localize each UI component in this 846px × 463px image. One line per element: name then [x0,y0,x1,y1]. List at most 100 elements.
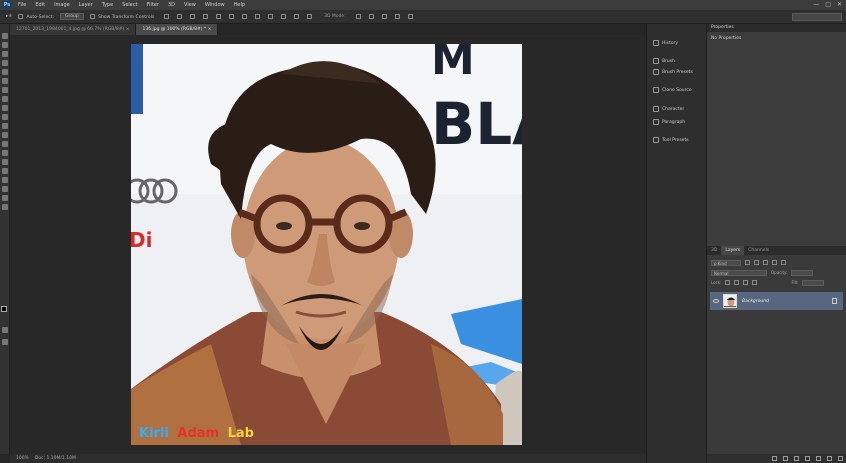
doc-size[interactable]: Doc: 1.10M/1.10M [35,456,76,461]
3d-roll-icon[interactable] [368,14,374,19]
link-layers-icon[interactable] [772,456,777,461]
lock-position-icon[interactable] [743,280,749,285]
layer-kind-filter[interactable]: ρ Kind [711,259,741,266]
menu-type[interactable]: Type [102,2,113,8]
align-bottom-icon[interactable] [190,14,196,19]
panel-character[interactable]: Character [653,106,684,112]
menu-filter[interactable]: Filter [147,2,159,8]
maximize-button[interactable]: □ [825,1,831,8]
tab-document-2[interactable]: 136.jpg @ 100% (RGB/8#) * × [136,24,219,35]
opacity-input[interactable] [791,269,814,276]
panel-tool-presets[interactable]: Tool Presets [653,137,689,143]
layer-name[interactable]: Background [742,299,769,304]
distribute-hcenter-icon[interactable] [294,14,300,19]
filter-pixel-icon[interactable] [745,260,750,265]
filter-shape-icon[interactable] [772,260,777,265]
document-image[interactable]: M BLA Di Kirli Adam Lab [131,44,522,445]
align-left-icon[interactable] [203,14,209,19]
move-tool-icon[interactable] [2,33,8,39]
3d-rotate-icon[interactable] [355,14,361,19]
lasso-tool-icon[interactable] [2,51,8,57]
type-tool-icon[interactable] [2,168,8,174]
lock-all-icon[interactable] [752,280,758,285]
move-tool-icon[interactable]: ▸⁜ [6,14,12,19]
menu-help[interactable]: Help [234,2,245,8]
3d-slide-icon[interactable] [394,14,400,19]
menu-select[interactable]: Select [122,2,137,8]
menu-window[interactable]: Window [205,2,225,8]
history-brush-tool-icon[interactable] [2,114,8,120]
gradient-tool-icon[interactable] [2,132,8,138]
panel-clone-source[interactable]: Clone Source [653,87,692,93]
hand-tool-icon[interactable] [2,195,8,201]
tab-layers[interactable]: Layers [721,246,745,255]
zoom-tool-icon[interactable] [2,204,8,210]
close-button[interactable]: ✕ [837,1,842,8]
visibility-eye-icon[interactable] [713,299,719,303]
menu-file[interactable]: File [18,2,26,8]
panel-brush[interactable]: Brush [653,58,675,64]
healing-tool-icon[interactable] [2,87,8,93]
menu-image[interactable]: Image [54,2,70,8]
new-adjustment-icon[interactable] [805,456,810,461]
menu-view[interactable]: View [184,2,196,8]
3d-scale-icon[interactable] [407,14,413,19]
brush-tool-icon[interactable] [2,96,8,102]
menu-edit[interactable]: Edit [35,2,45,8]
screen-mode-icon[interactable] [2,339,8,345]
lock-transparent-icon[interactable] [725,280,731,285]
filter-type-icon[interactable] [763,260,768,265]
distribute-bottom-icon[interactable] [268,14,274,19]
layer-row-background[interactable]: Background [710,292,843,310]
shape-tool-icon[interactable] [2,186,8,192]
clone-stamp-tool-icon[interactable] [2,105,8,111]
menu-3d[interactable]: 3D [168,2,175,8]
path-select-tool-icon[interactable] [2,177,8,183]
add-style-icon[interactable] [783,456,788,461]
filter-adjustment-icon[interactable] [754,260,759,265]
auto-select-checkbox[interactable] [18,13,24,19]
panel-history[interactable]: History [653,40,678,46]
tools-panel-grip[interactable] [0,24,9,30]
pen-tool-icon[interactable] [2,159,8,165]
align-vcenter-icon[interactable] [177,14,183,19]
distribute-right-icon[interactable] [307,14,313,19]
blur-tool-icon[interactable] [2,141,8,147]
distribute-vcenter-icon[interactable] [255,14,261,19]
properties-panel-title[interactable]: Properties [707,24,846,32]
show-transform-checkbox[interactable] [89,13,95,19]
quick-mask-icon[interactable] [2,327,8,333]
lock-pixels-icon[interactable] [734,280,740,285]
tab-document-1[interactable]: 12701_2013_1984001_4.jpg @ 66.7% (RGB/8#… [10,24,137,35]
panel-paragraph[interactable]: Paragraph [653,119,685,125]
eyedropper-tool-icon[interactable] [2,78,8,84]
filter-smart-object-icon[interactable] [781,260,786,265]
align-right-icon[interactable] [229,14,235,19]
zoom-level[interactable]: 100% [16,456,29,461]
distribute-top-icon[interactable] [242,14,248,19]
align-hcenter-icon[interactable] [216,14,222,19]
eraser-tool-icon[interactable] [2,123,8,129]
crop-tool-icon[interactable] [2,69,8,75]
new-group-icon[interactable] [816,456,821,461]
delete-layer-icon[interactable] [838,456,843,461]
3d-pan-icon[interactable] [381,14,387,19]
quick-select-tool-icon[interactable] [2,60,8,66]
tab-channels[interactable]: Channels [744,246,773,255]
fill-input[interactable] [802,279,825,286]
new-layer-icon[interactable] [827,456,832,461]
marquee-tool-icon[interactable] [2,42,8,48]
blend-mode-select[interactable]: Normal [711,269,767,276]
add-mask-icon[interactable] [794,456,799,461]
canvas-area[interactable]: M BLA Di Kirli Adam Lab [10,35,646,454]
dodge-tool-icon[interactable] [2,150,8,156]
tab-3d[interactable]: 3D [707,246,721,255]
panel-brush-presets[interactable]: Brush Presets [653,69,693,75]
minimize-button[interactable]: — [813,1,819,8]
align-top-icon[interactable] [164,14,170,19]
workspace-select[interactable] [792,13,842,21]
distribute-left-icon[interactable] [281,14,287,19]
auto-select-dropdown[interactable]: Group [60,13,84,20]
menu-layer[interactable]: Layer [79,2,93,8]
foreground-color-swatch[interactable] [1,306,7,312]
